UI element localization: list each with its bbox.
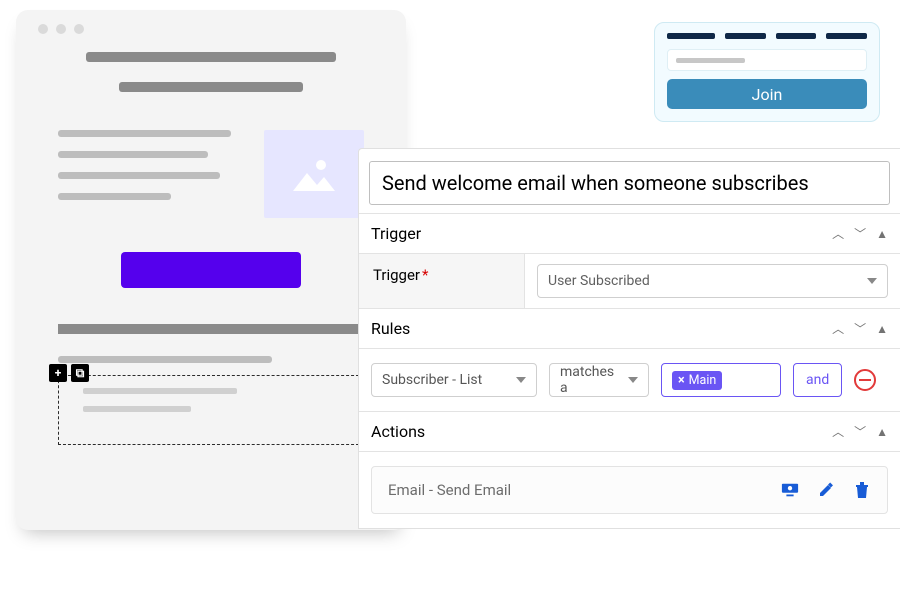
add-block-handle[interactable]: + xyxy=(49,364,67,382)
trigger-select-value: User Subscribed xyxy=(548,273,650,289)
ph-subheading xyxy=(119,82,303,92)
chevron-down-icon xyxy=(516,377,526,383)
chevron-down-icon xyxy=(867,278,877,284)
remove-rule-button[interactable] xyxy=(854,369,876,391)
action-item-label: Email - Send Email xyxy=(388,481,511,499)
ph-line xyxy=(83,388,237,394)
rule-value-input[interactable]: × Main xyxy=(661,363,781,397)
automation-title-input[interactable]: Send welcome email when someone subscrib… xyxy=(369,161,890,205)
section-heading: Actions xyxy=(371,422,425,441)
automation-panel: Send welcome email when someone subscrib… xyxy=(358,148,900,529)
ph-line xyxy=(676,58,745,63)
delete-icon[interactable] xyxy=(853,481,871,499)
trigger-field-label: Trigger* xyxy=(359,254,525,308)
ph-line xyxy=(58,356,272,363)
section-heading: Trigger xyxy=(371,224,421,243)
move-up-icon[interactable]: ︿ xyxy=(832,423,844,440)
action-item: Email - Send Email xyxy=(371,466,888,514)
cta-button[interactable] xyxy=(121,252,301,288)
tag-pill[interactable]: × Main xyxy=(672,371,722,390)
ph-line xyxy=(58,151,208,158)
ph-line xyxy=(58,130,231,137)
rules-section: Rules ︿ ﹀ ▲ Subscriber - List matches a xyxy=(359,308,900,411)
collapse-icon[interactable]: ▲ xyxy=(876,227,888,241)
ph-line xyxy=(58,193,171,200)
editor-window: + ⧉ xyxy=(16,10,406,530)
preview-icon[interactable] xyxy=(781,481,799,499)
traffic-dot xyxy=(38,24,48,34)
window-traffic-lights xyxy=(38,24,384,34)
move-up-icon[interactable]: ︿ xyxy=(832,225,844,242)
move-down-icon[interactable]: ﹀ xyxy=(854,225,866,242)
move-up-icon[interactable]: ︿ xyxy=(832,320,844,337)
move-block-handle[interactable]: ⧉ xyxy=(71,364,89,382)
move-down-icon[interactable]: ﹀ xyxy=(854,423,866,440)
move-down-icon[interactable]: ﹀ xyxy=(854,320,866,337)
ph-line xyxy=(58,172,220,179)
trigger-section: Trigger ︿ ﹀ ▲ Trigger* User Subscribed xyxy=(359,213,900,308)
rule-operator-select[interactable]: matches a xyxy=(549,363,649,397)
widget-header-ph xyxy=(667,33,867,39)
rule-field-select[interactable]: Subscriber - List xyxy=(371,363,537,397)
image-placeholder xyxy=(264,130,364,218)
actions-section: Actions ︿ ﹀ ▲ Email - Send Email xyxy=(359,411,900,528)
traffic-dot xyxy=(56,24,66,34)
editor-body: + ⧉ xyxy=(38,52,384,445)
collapse-icon[interactable]: ▲ xyxy=(876,322,888,336)
chevron-down-icon xyxy=(628,377,638,383)
trigger-select[interactable]: User Subscribed xyxy=(537,264,888,298)
add-and-condition-button[interactable]: and xyxy=(793,363,842,397)
traffic-dot xyxy=(74,24,84,34)
email-field[interactable] xyxy=(667,49,867,71)
collapse-icon[interactable]: ▲ xyxy=(876,425,888,439)
ph-heading xyxy=(86,52,337,62)
subscribe-widget: Join xyxy=(654,22,880,122)
image-icon xyxy=(291,155,337,193)
join-button[interactable]: Join xyxy=(667,79,867,109)
section-heading: Rules xyxy=(371,319,410,338)
ph-divider xyxy=(58,324,364,334)
drop-zone[interactable]: + ⧉ xyxy=(58,375,364,445)
edit-icon[interactable] xyxy=(817,481,835,499)
ph-line xyxy=(83,406,191,412)
